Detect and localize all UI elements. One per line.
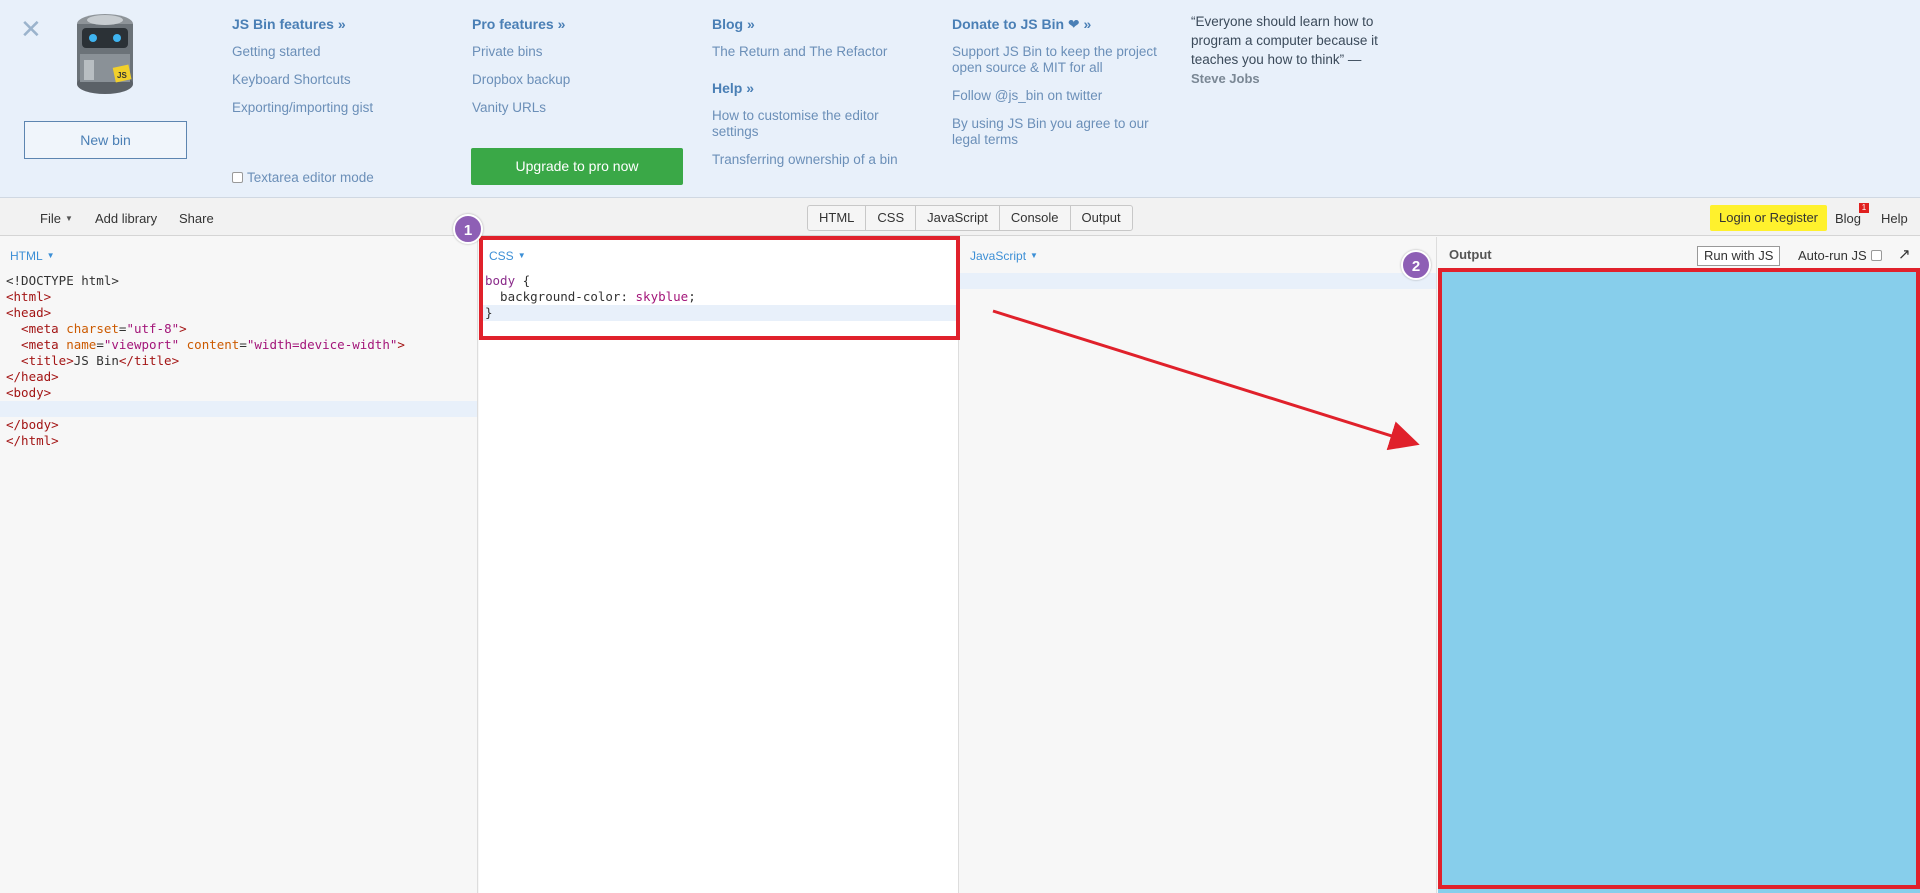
annotation-arrow (992, 309, 1420, 451)
